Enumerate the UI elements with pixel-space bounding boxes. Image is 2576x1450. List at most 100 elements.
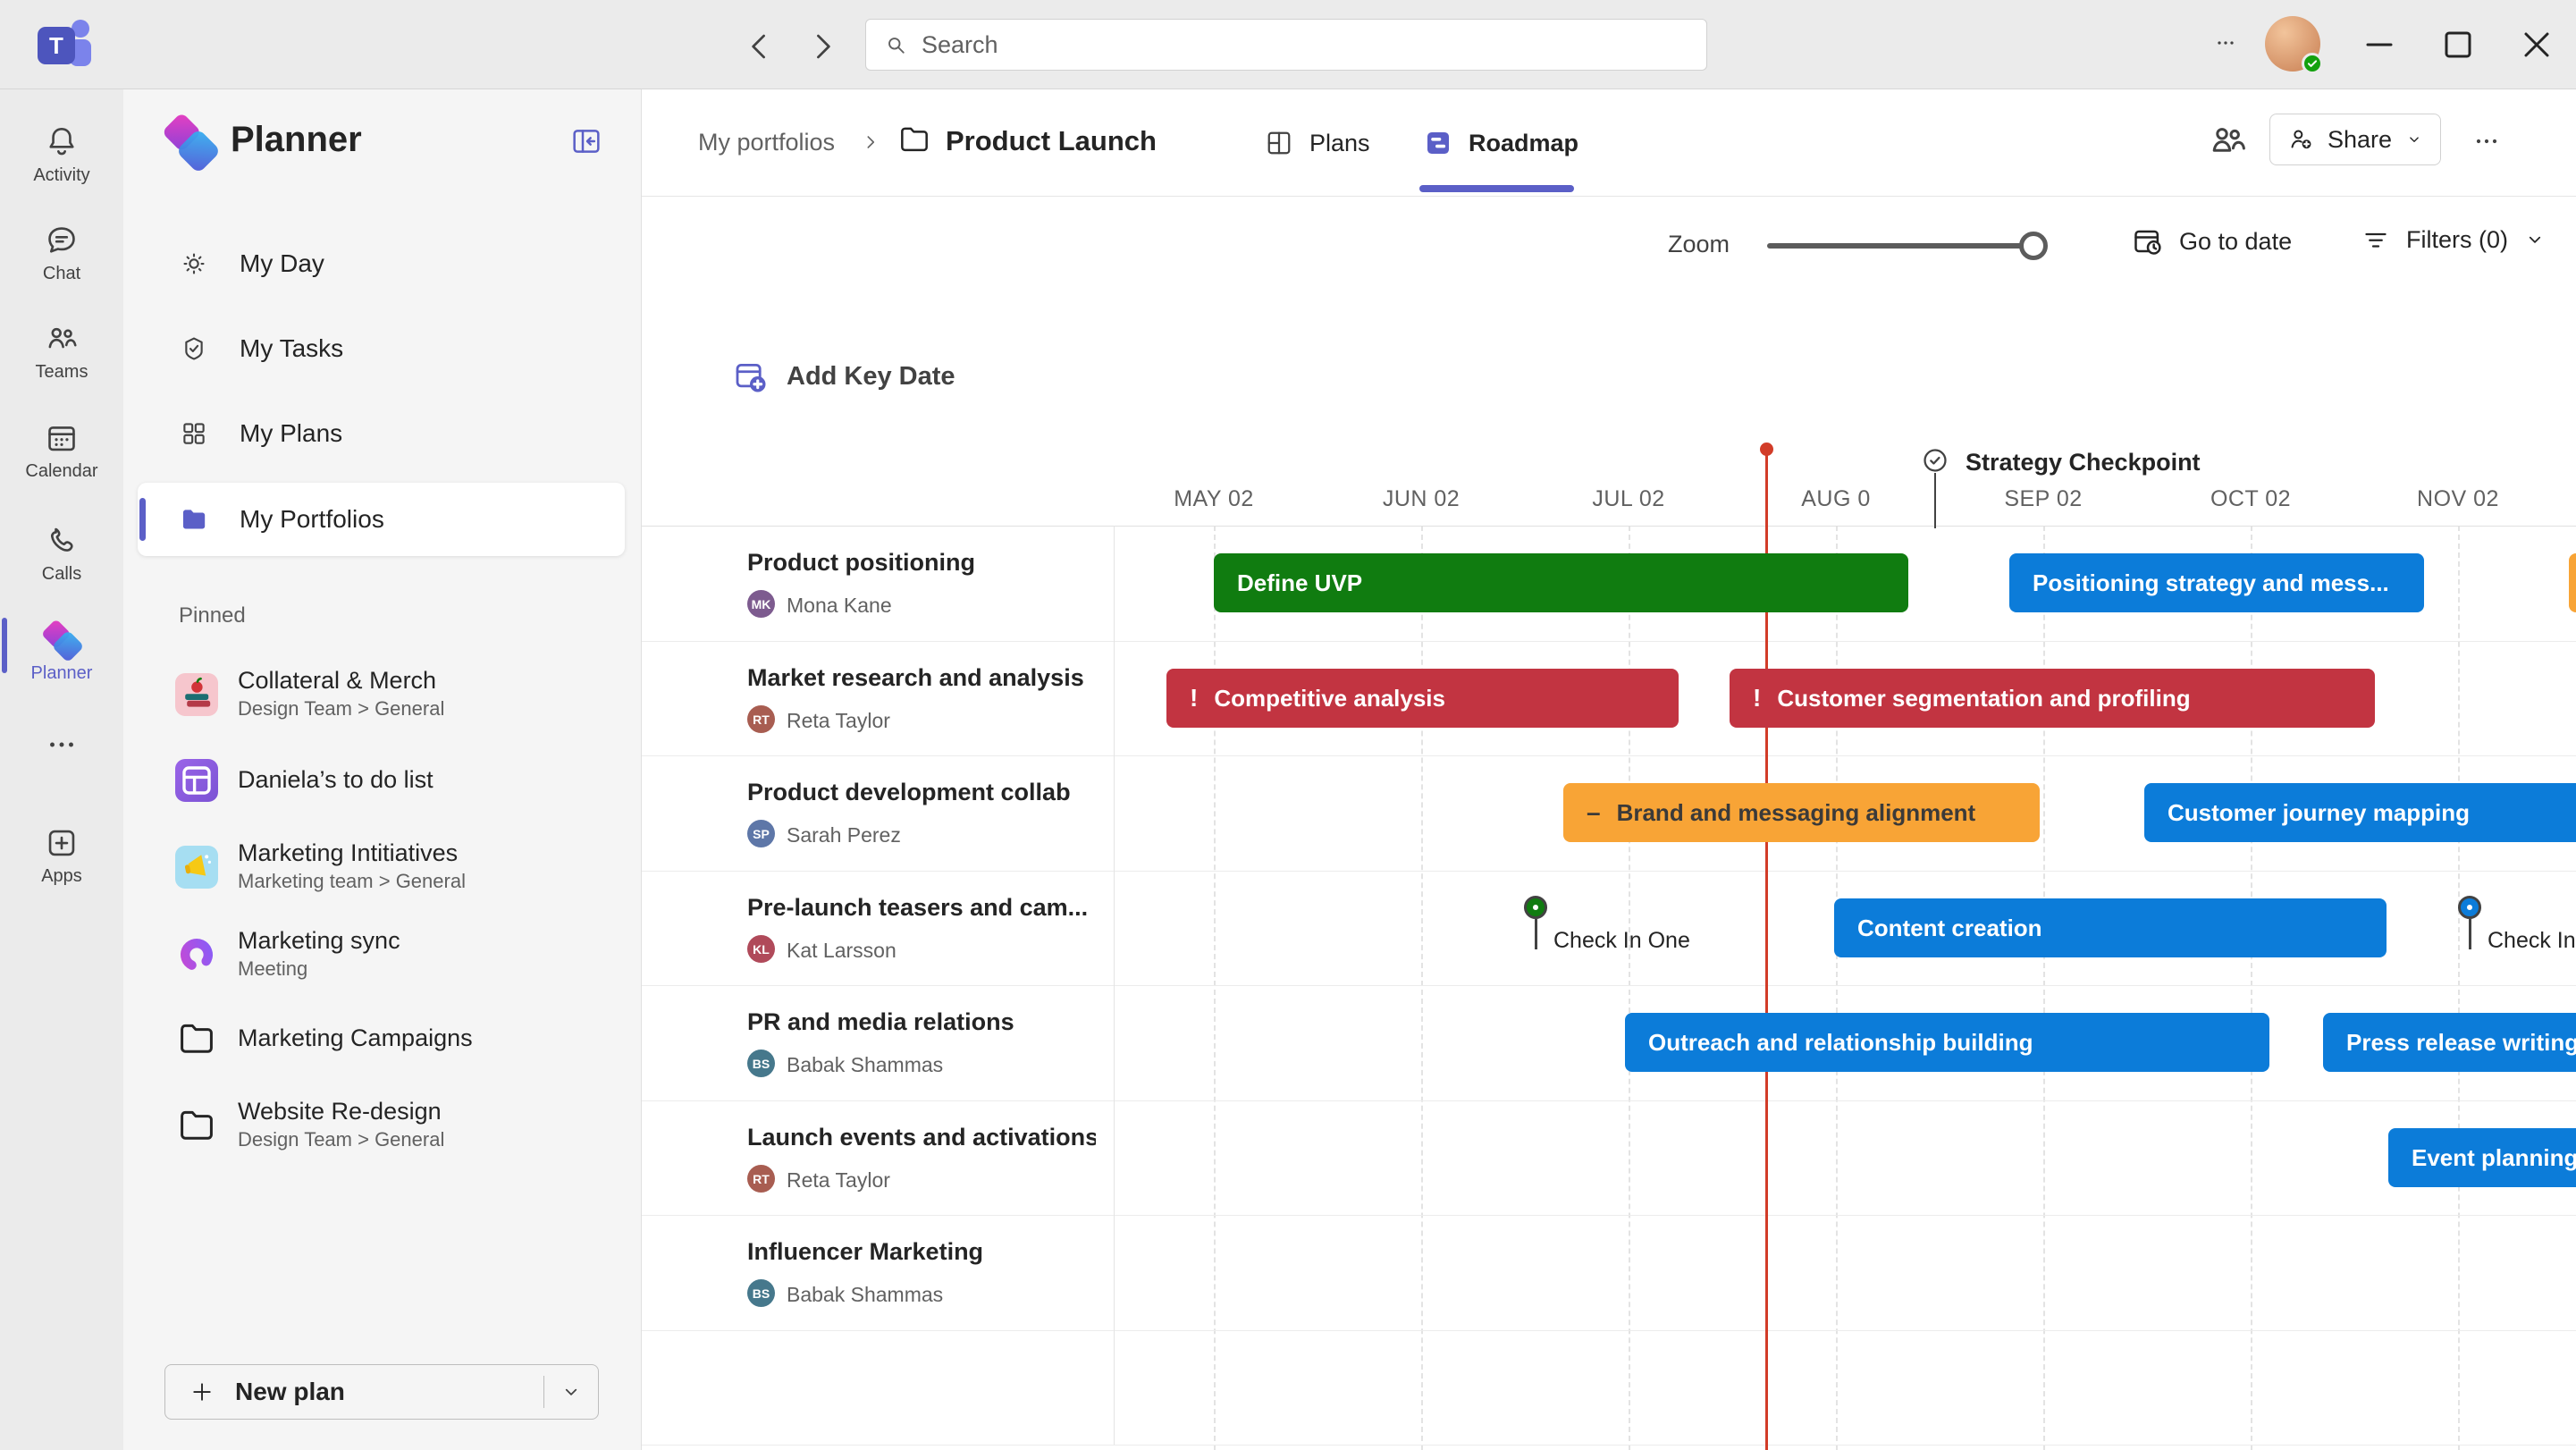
rail-item-label: Calls <box>42 564 81 585</box>
row-separator <box>642 1330 2576 1331</box>
maximize-button[interactable] <box>2437 23 2479 66</box>
teams-logo: T <box>38 18 93 73</box>
share-button[interactable]: Share <box>2269 114 2441 165</box>
user-avatar[interactable] <box>2265 16 2320 72</box>
assignee-avatar: RT <box>747 1165 775 1193</box>
rail-item-calls[interactable]: Calls <box>0 522 123 585</box>
task-bar[interactable]: Define UVP <box>1214 553 1908 612</box>
month-gridline <box>2251 526 2252 1450</box>
assignee-name: Reta Taylor <box>787 709 890 733</box>
assignee-name: Babak Shammas <box>787 1053 943 1077</box>
breadcrumb-chevron-icon <box>859 131 882 154</box>
row-separator <box>642 1445 2576 1446</box>
task-bar[interactable]: !Customer segmentation and profiling <box>1730 669 2375 728</box>
search-bar[interactable] <box>865 19 1707 71</box>
pinned-item[interactable]: Daniela’s to do list <box>123 746 641 814</box>
rail-item-planner[interactable]: Planner <box>0 621 123 684</box>
task-bar[interactable]: !Competitive analysis <box>1166 669 1679 728</box>
task-bar[interactable]: Press release writing <box>2323 1013 2576 1072</box>
breadcrumb[interactable]: My portfolios <box>698 129 835 156</box>
more-options-button[interactable] <box>2201 25 2251 61</box>
month-gridline <box>2043 526 2045 1450</box>
members-button[interactable] <box>2206 119 2249 162</box>
month-gridline <box>2458 526 2460 1450</box>
task-bar[interactable]: Customer journey mapping <box>2144 783 2576 842</box>
rail-item-more[interactable] <box>0 726 123 763</box>
milestone-stem <box>2469 919 2471 949</box>
task-name[interactable]: PR and media relations <box>747 1008 1014 1036</box>
header-more-button[interactable] <box>2465 125 2508 157</box>
pinned-item[interactable]: Website Re-designDesign Team > General <box>123 1092 641 1159</box>
rail-item-teams[interactable]: Teams <box>0 320 123 383</box>
pinned-item[interactable]: Marketing syncMeeting <box>123 921 641 989</box>
folder-filled-icon <box>179 504 209 535</box>
task-name[interactable]: Influencer Marketing <box>747 1238 983 1266</box>
close-button[interactable] <box>2515 23 2558 66</box>
minimize-button[interactable] <box>2358 23 2401 66</box>
chevron-down-icon[interactable] <box>559 1379 584 1404</box>
timeline-month-label: OCT 02 <box>2175 486 2327 512</box>
nav-forward-button[interactable] <box>803 27 842 66</box>
pinned-item-title: Marketing sync <box>238 927 400 955</box>
milestone-pin[interactable] <box>1524 896 1547 919</box>
board-icon <box>175 759 218 802</box>
bell-icon <box>43 123 80 161</box>
assignee-name: Mona Kane <box>787 594 892 618</box>
task-bar-label: Content creation <box>1857 915 2042 942</box>
sidebar-item-my-tasks[interactable]: My Tasks <box>138 312 625 385</box>
rail-item-apps[interactable]: Apps <box>0 824 123 887</box>
task-name[interactable]: Launch events and activations <box>747 1124 1096 1151</box>
task-bar-label: Customer segmentation and profiling <box>1777 685 2190 712</box>
pinned-item[interactable]: Marketing Campaigns <box>123 1005 641 1073</box>
task-bar[interactable]: Content creation <box>1834 898 2387 957</box>
task-name[interactable]: Market research and analysis <box>747 664 1084 692</box>
search-icon <box>882 31 909 58</box>
new-plan-button[interactable]: New plan <box>164 1364 599 1420</box>
teams-window: T Activity Chat Teams Calendar Calls Planner A… <box>0 0 2576 1450</box>
task-bar[interactable]: –Brand and messaging alignment <box>1563 783 2040 842</box>
month-gridline <box>1214 526 1216 1450</box>
sidebar-item-my-day[interactable]: My Day <box>138 227 625 300</box>
row-separator <box>642 1215 2576 1216</box>
priority-icon: – <box>1587 798 1601 827</box>
tab-roadmap[interactable]: Roadmap <box>1422 114 1578 172</box>
pinned-item-subtitle: Meeting <box>238 957 307 981</box>
rail-item-chat[interactable]: Chat <box>0 222 123 284</box>
pinned-item[interactable]: Marketing IntitiativesMarketing team > G… <box>123 833 641 901</box>
sidebar-item-my-portfolios[interactable]: My Portfolios <box>138 483 625 556</box>
pinned-item[interactable]: Collateral & MerchDesign Team > General <box>123 661 641 729</box>
assignee-name: Kat Larsson <box>787 939 897 963</box>
plus-icon <box>189 1378 215 1405</box>
tab-plans[interactable]: Plans <box>1263 114 1370 172</box>
pinned-section-label: Pinned <box>179 603 246 628</box>
planner-sidebar: Planner My DayMy TasksMy PlansMy Portfol… <box>123 89 641 1450</box>
sidebar-item-my-plans[interactable]: My Plans <box>138 397 625 470</box>
nav-back-button[interactable] <box>740 27 779 66</box>
share-person-icon <box>2286 125 2315 154</box>
task-bar[interactable] <box>2569 553 2576 612</box>
search-input[interactable] <box>922 31 1690 59</box>
rail-item-calendar[interactable]: Calendar <box>0 419 123 482</box>
task-name[interactable]: Product positioning <box>747 549 975 577</box>
rail-item-activity[interactable]: Activity <box>0 123 123 186</box>
task-name[interactable]: Product development collab <box>747 779 1071 806</box>
task-bar[interactable]: Positioning strategy and mess... <box>2009 553 2424 612</box>
task-check-icon <box>179 333 209 364</box>
task-bar-label: Competitive analysis <box>1214 685 1445 712</box>
rail-item-label: Teams <box>36 362 88 383</box>
milestone-pin[interactable] <box>2458 896 2481 919</box>
task-bar[interactable]: Outreach and relationship building <box>1625 1013 2269 1072</box>
plans-icon <box>1263 127 1295 159</box>
sidebar-item-label: My Portfolios <box>240 505 384 534</box>
task-bar-label: Define UVP <box>1237 569 1362 597</box>
rail-item-label: Chat <box>43 264 80 284</box>
checkpoint-check-icon[interactable] <box>1921 446 1949 475</box>
apps-icon <box>43 824 80 862</box>
page-title: Product Launch <box>946 125 1157 157</box>
task-bar-label: Outreach and relationship building <box>1648 1029 2033 1057</box>
collapse-sidebar-button[interactable] <box>568 123 604 159</box>
assignee-avatar: BS <box>747 1050 775 1077</box>
task-name[interactable]: Pre-launch teasers and cam... <box>747 894 1088 922</box>
task-bar[interactable]: Event planning <box>2388 1128 2576 1187</box>
row-separator <box>642 1100 2576 1101</box>
